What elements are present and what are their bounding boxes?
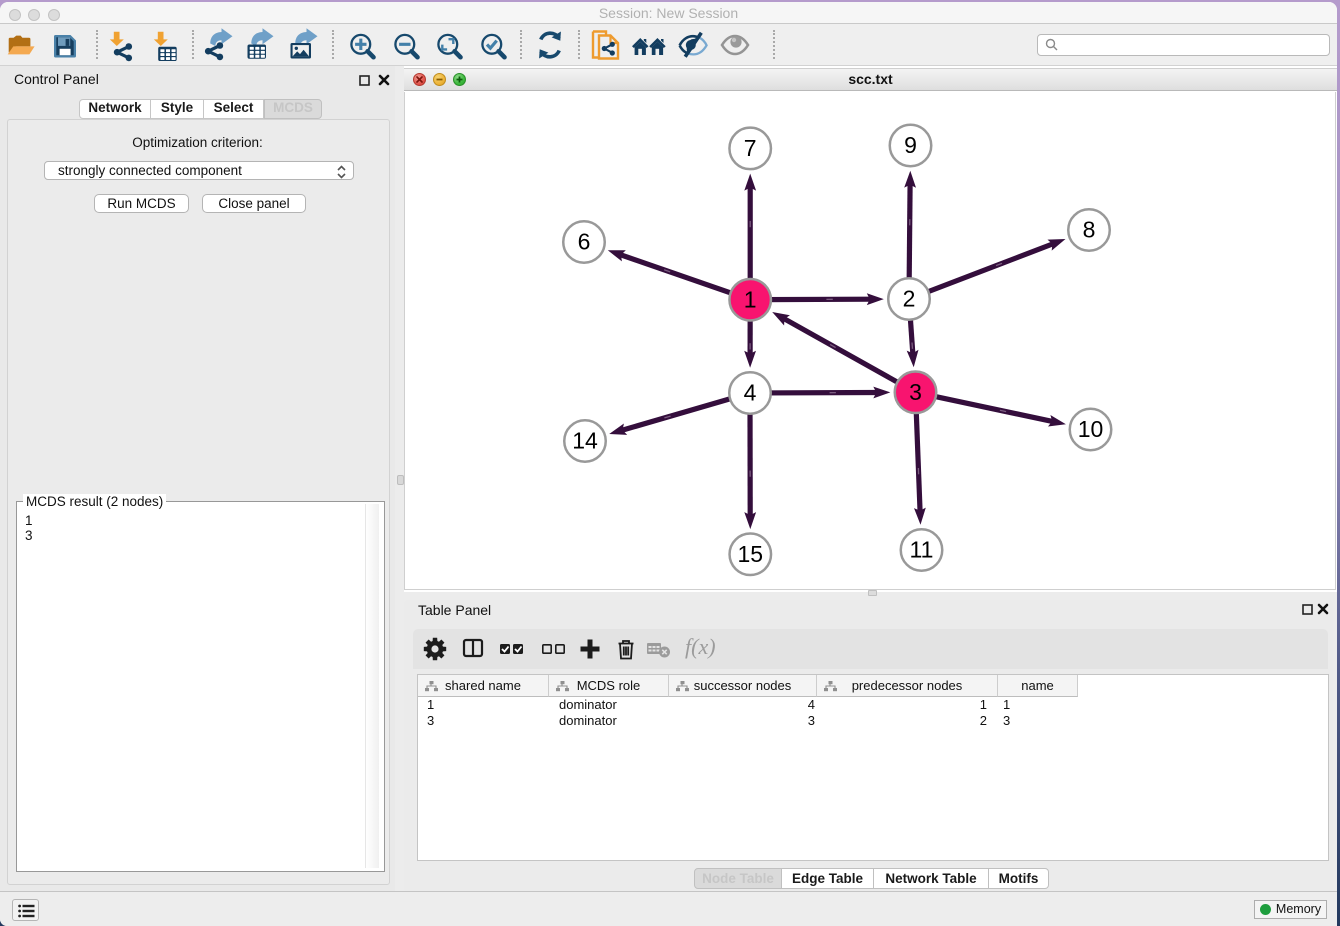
svg-text:f(x): f(x): [685, 634, 716, 659]
